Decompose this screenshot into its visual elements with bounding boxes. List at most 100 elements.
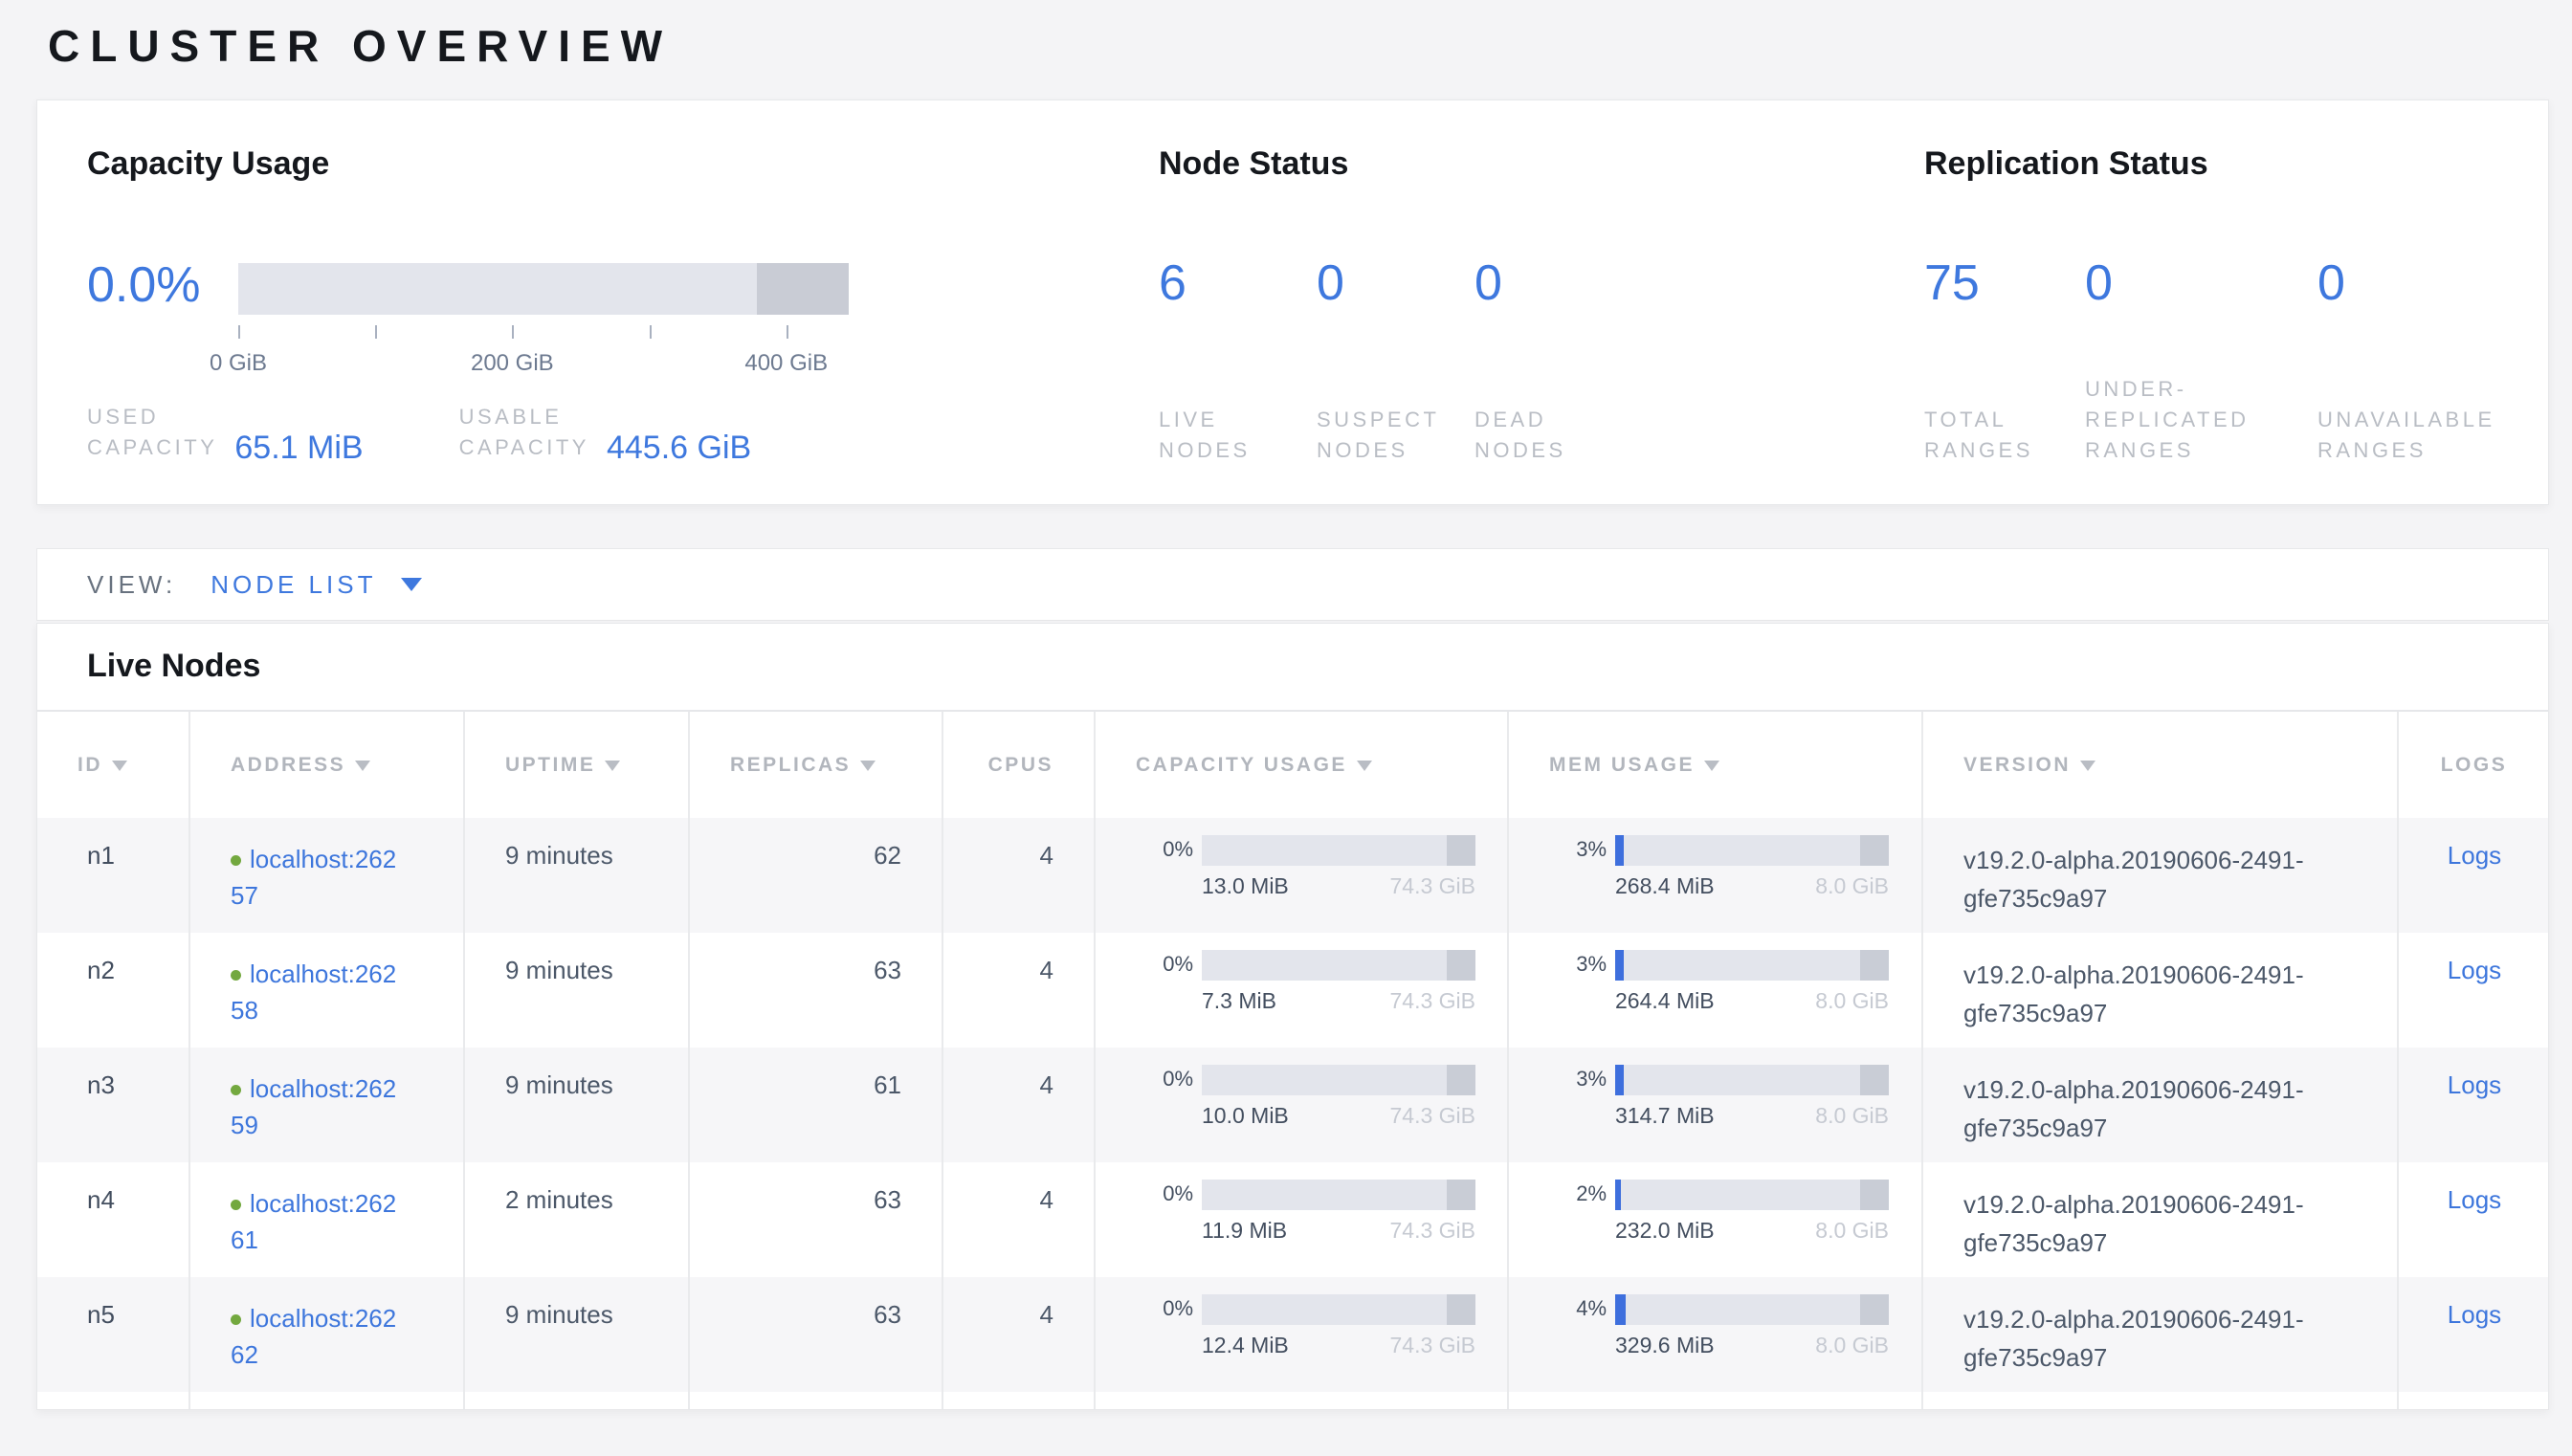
- capacity-total-value: 74.3 GiB: [1390, 988, 1476, 1014]
- mem-bar-fill: [1615, 1294, 1626, 1325]
- capacity-total-value: 74.3 GiB: [1390, 1103, 1476, 1129]
- node-address-link[interactable]: localhost:26261: [231, 1185, 405, 1258]
- mem-used-value: 268.4 MiB: [1615, 873, 1715, 899]
- mem-bar-reserved-segment: [1860, 1180, 1889, 1210]
- suspect-nodes-stat: 0 SUSPECT NODES: [1317, 254, 1474, 466]
- capacity-total-value: 74.3 GiB: [1390, 1333, 1476, 1358]
- logs-link[interactable]: Logs: [2448, 1185, 2501, 1214]
- cluster-overview-page: CLUSTER OVERVIEW Capacity Usage 0.0% 0 G…: [0, 21, 2572, 1410]
- cpus-cell: 4: [942, 933, 1095, 1048]
- capacity-usage-chart: 0.0% 0 GiB200 GiB400 GiB: [87, 257, 1140, 379]
- live-nodes-stat: 6 LIVE NODES: [1159, 254, 1317, 466]
- node-id-cell: n4: [37, 1162, 189, 1277]
- axis-tick: [787, 325, 788, 339]
- capacity-usage-bar: [1202, 835, 1475, 866]
- mem-percent-label: 2%: [1549, 1180, 1607, 1208]
- sort-desc-icon: [355, 761, 370, 771]
- column-header-cpus: CPUS: [942, 711, 1095, 818]
- cpus-cell: 4: [942, 1048, 1095, 1162]
- used-capacity-stat: USED CAPACITY 65.1 MiB: [87, 402, 364, 463]
- node-address-link[interactable]: localhost:26258: [231, 956, 405, 1028]
- capacity-usage-mini-chart: 0% 7.3 MiB 74.3 GiB: [1136, 950, 1507, 1014]
- uptime-cell: 9 minutes: [464, 933, 689, 1048]
- capacity-usage-bar: [1202, 950, 1475, 981]
- mem-bar-reserved-segment: [1860, 1065, 1889, 1095]
- replication-status-section: Replication Status 75 TOTAL RANGES 0 UND…: [1924, 100, 2572, 504]
- mem-usage-bar: [1615, 835, 1889, 866]
- replicas-cell: 63: [689, 933, 942, 1048]
- mem-percent-label: 3%: [1549, 1065, 1607, 1093]
- capacity-used-value: 12.4 MiB: [1202, 1333, 1289, 1358]
- capacity-usage-section: Capacity Usage 0.0% 0 GiB200 GiB400 GiB …: [87, 100, 1140, 504]
- mem-usage-mini-chart: 4% 329.6 MiB 8.0 GiB: [1549, 1294, 1921, 1358]
- capacity-bar-reserved-segment: [757, 263, 849, 315]
- sort-desc-icon: [860, 761, 876, 771]
- node-live-status-dot: [231, 1200, 241, 1210]
- total-ranges-stat: 75 TOTAL RANGES: [1924, 254, 2085, 466]
- column-header-id[interactable]: ID: [37, 711, 189, 818]
- column-header-mem-usage[interactable]: MEM USAGE: [1508, 711, 1922, 818]
- mem-usage-mini-chart: 2% 232.0 MiB 8.0 GiB: [1549, 1180, 1921, 1244]
- capacity-total-value: 74.3 GiB: [1390, 873, 1476, 899]
- node-address-link[interactable]: localhost:26257: [231, 841, 405, 914]
- mem-usage-mini-chart: 3% 314.7 MiB 8.0 GiB: [1549, 1065, 1921, 1129]
- capacity-percent-label: 0%: [1136, 1294, 1193, 1323]
- table-header-row: IDADDRESSUPTIMEREPLICASCPUSCAPACITY USAG…: [37, 711, 2549, 818]
- version-cell: v19.2.0-alpha.20190606-2491-gfe735c9a97: [1963, 1070, 2369, 1147]
- column-header-capacity-usage[interactable]: CAPACITY USAGE: [1095, 711, 1508, 818]
- capacity-used-value: 7.3 MiB: [1202, 988, 1276, 1014]
- node-id-cell: n2: [37, 933, 189, 1048]
- mem-bar-reserved-segment: [1860, 950, 1889, 981]
- sort-desc-icon: [1704, 761, 1719, 771]
- node-status-title: Node Status: [1159, 100, 1905, 183]
- column-header-logs: LOGS: [2398, 711, 2549, 818]
- mem-bar-reserved-segment: [1860, 1294, 1889, 1325]
- version-cell: v19.2.0-alpha.20190606-2491-gfe735c9a97: [1963, 1185, 2369, 1262]
- column-header-replicas[interactable]: REPLICAS: [689, 711, 942, 818]
- capacity-usage-mini-chart: 0% 13.0 MiB 74.3 GiB: [1136, 835, 1507, 899]
- capacity-usage-mini-chart: 0% 12.4 MiB 74.3 GiB: [1136, 1294, 1507, 1358]
- node-address-link[interactable]: localhost:26259: [231, 1070, 405, 1143]
- replicas-cell: 61: [689, 1048, 942, 1162]
- capacity-usage-mini-chart: 0% 10.0 MiB 74.3 GiB: [1136, 1065, 1507, 1129]
- view-bar: VIEW: NODE LIST: [36, 548, 2549, 621]
- capacity-bar-reserved-segment: [1447, 1180, 1475, 1210]
- logs-link[interactable]: Logs: [2448, 1070, 2501, 1099]
- view-dropdown[interactable]: NODE LIST: [211, 570, 422, 600]
- mem-percent-label: 3%: [1549, 835, 1607, 864]
- logs-link[interactable]: Logs: [2448, 956, 2501, 984]
- mem-usage-mini-chart: 3% 268.4 MiB 8.0 GiB: [1549, 835, 1921, 899]
- version-cell: v19.2.0-alpha.20190606-2491-gfe735c9a97: [1963, 1300, 2369, 1377]
- column-header-version[interactable]: VERSION: [1922, 711, 2398, 818]
- logs-link[interactable]: Logs: [2448, 1300, 2501, 1329]
- logs-link[interactable]: Logs: [2448, 841, 2501, 870]
- node-address-link[interactable]: localhost:26262: [231, 1300, 405, 1373]
- mem-usage-bar: [1615, 1065, 1889, 1095]
- capacity-percent-label: 0%: [1136, 1065, 1193, 1093]
- mem-total-value: 8.0 GiB: [1815, 1333, 1889, 1358]
- page-title: CLUSTER OVERVIEW: [48, 21, 2549, 71]
- column-header-uptime[interactable]: UPTIME: [464, 711, 689, 818]
- live-nodes-card: Live Nodes IDADDRESSUPTIMEREPLICASCPUSCA…: [36, 623, 2549, 1410]
- usable-capacity-value: 445.6 GiB: [607, 430, 751, 467]
- replicas-cell: 63: [689, 1162, 942, 1277]
- axis-tick-label: 200 GiB: [471, 350, 554, 377]
- capacity-bar: [238, 263, 849, 315]
- uptime-cell: 9 minutes: [464, 1277, 689, 1392]
- column-header-address[interactable]: ADDRESS: [189, 711, 464, 818]
- capacity-usage-title: Capacity Usage: [87, 100, 1140, 183]
- version-cell: v19.2.0-alpha.20190606-2491-gfe735c9a97: [1963, 841, 2369, 917]
- unavailable-ranges-stat: 0 UNAVAILABLE RANGES: [2317, 254, 2557, 466]
- sort-desc-icon: [1357, 761, 1372, 771]
- axis-tick: [375, 325, 377, 339]
- capacity-bar-reserved-segment: [1447, 1294, 1475, 1325]
- capacity-bar-reserved-segment: [1447, 835, 1475, 866]
- capacity-bar-reserved-segment: [1447, 950, 1475, 981]
- capacity-bar-reserved-segment: [1447, 1065, 1475, 1095]
- capacity-usage-mini-chart: 0% 11.9 MiB 74.3 GiB: [1136, 1180, 1507, 1244]
- axis-tick: [650, 325, 652, 339]
- mem-bar-fill: [1615, 1065, 1624, 1095]
- mem-usage-bar: [1615, 1180, 1889, 1210]
- chevron-down-icon: [401, 578, 422, 591]
- mem-usage-bar: [1615, 1294, 1889, 1325]
